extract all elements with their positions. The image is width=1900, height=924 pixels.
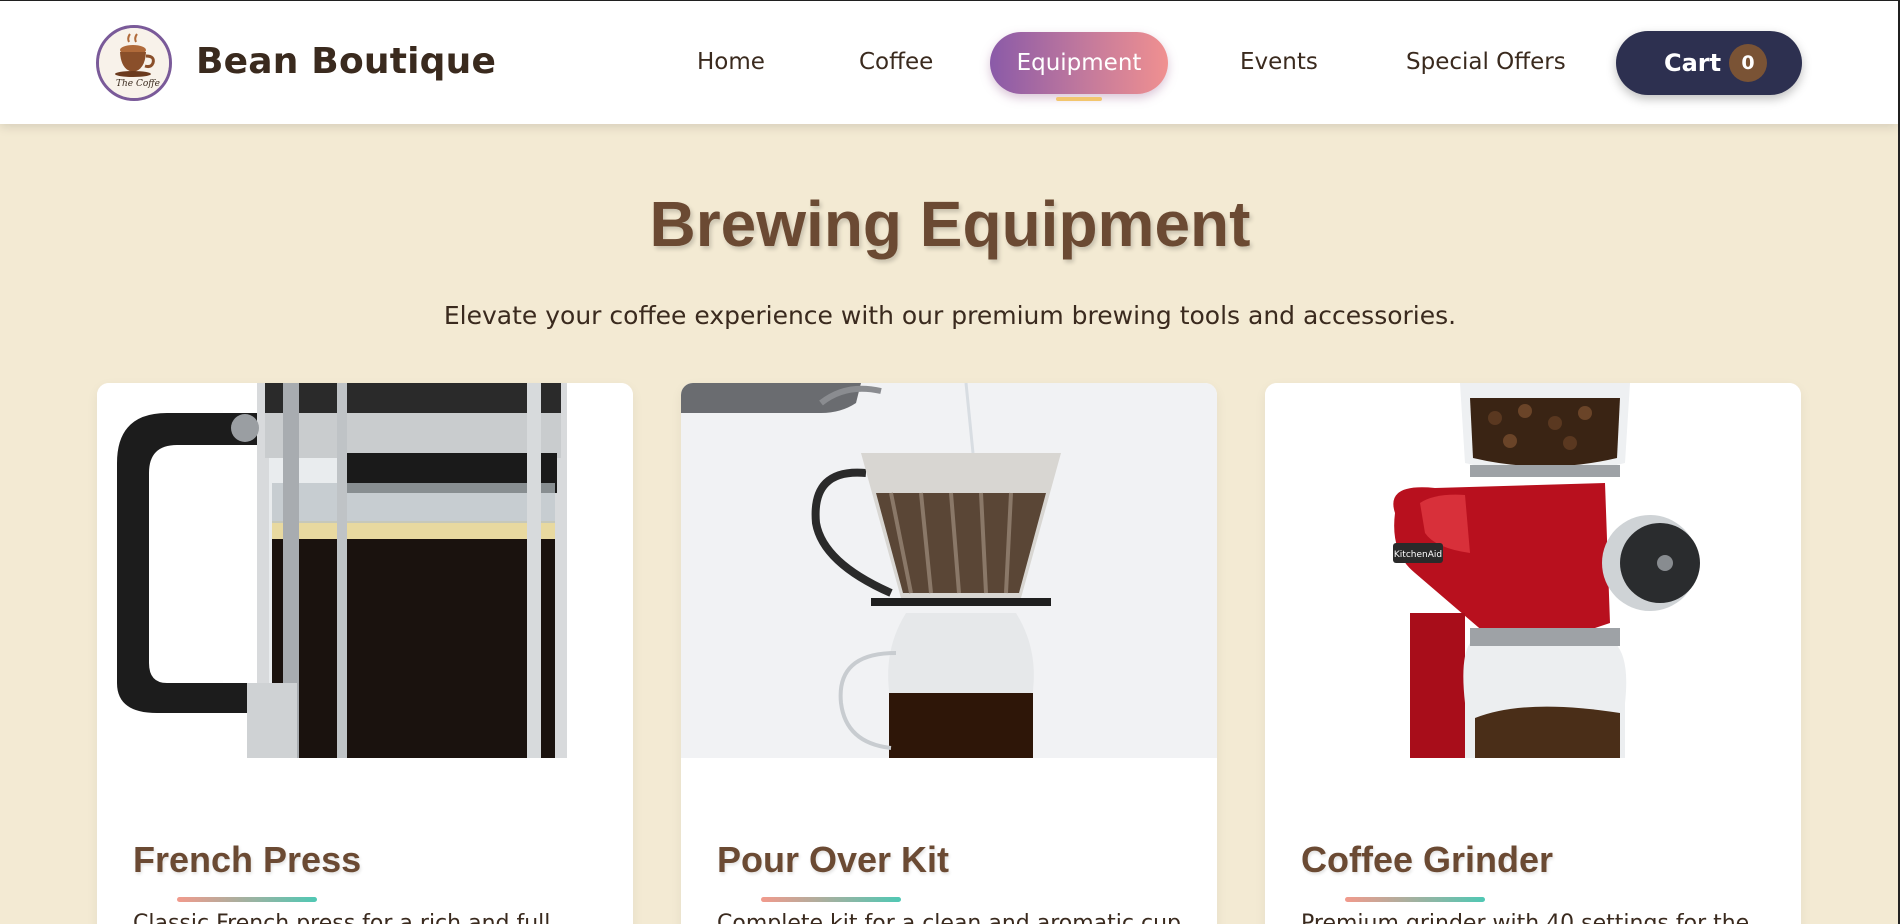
logo-text: The Coffe [116, 79, 160, 89]
cart-label: Cart [1664, 49, 1722, 77]
page-title: Brewing Equipment [649, 188, 1251, 260]
cart-count-badge: 0 [1729, 44, 1767, 82]
nav-equipment[interactable]: Equipment [990, 32, 1168, 94]
product-description: Classic French press for a rich and full… [133, 911, 572, 924]
french-press-image [97, 383, 633, 758]
product-description: Complete kit for a clean and aromatic cu… [717, 911, 1187, 924]
title-underline [1345, 897, 1485, 902]
logo[interactable]: The Coffe [96, 25, 172, 101]
cart-button[interactable]: Cart 0 [1616, 31, 1802, 95]
nav-coffee[interactable]: Coffee [859, 49, 933, 75]
svg-text:KitchenAid: KitchenAid [1394, 550, 1442, 560]
product-card-pour-over-kit[interactable]: Pour Over Kit Complete kit for a clean a… [681, 383, 1217, 924]
nav-events[interactable]: Events [1240, 49, 1318, 75]
product-title: French Press [133, 839, 362, 880]
active-nav-indicator [1056, 97, 1102, 101]
product-description: Premium grinder with 40 settings for the… [1301, 911, 1771, 924]
nav-special-offers[interactable]: Special Offers [1406, 49, 1566, 75]
site-header: The Coffe Bean Boutique Home Coffee Equi… [0, 1, 1898, 124]
pour-over-kit-image [681, 383, 1217, 758]
brand-name[interactable]: Bean Boutique [196, 41, 496, 82]
nav-home[interactable]: Home [697, 49, 765, 75]
coffee-grinder-image: KitchenAid [1265, 383, 1801, 758]
title-underline [177, 897, 317, 902]
product-card-coffee-grinder[interactable]: KitchenAid Coffee Grinder Premium grinde… [1265, 383, 1801, 924]
page-subtitle: Elevate your coffee experience with our … [443, 301, 1457, 330]
product-title: Pour Over Kit [717, 839, 950, 880]
product-card-french-press[interactable]: French Press Classic French press for a … [97, 383, 633, 924]
title-underline [761, 897, 901, 902]
product-title: Coffee Grinder [1301, 839, 1554, 880]
